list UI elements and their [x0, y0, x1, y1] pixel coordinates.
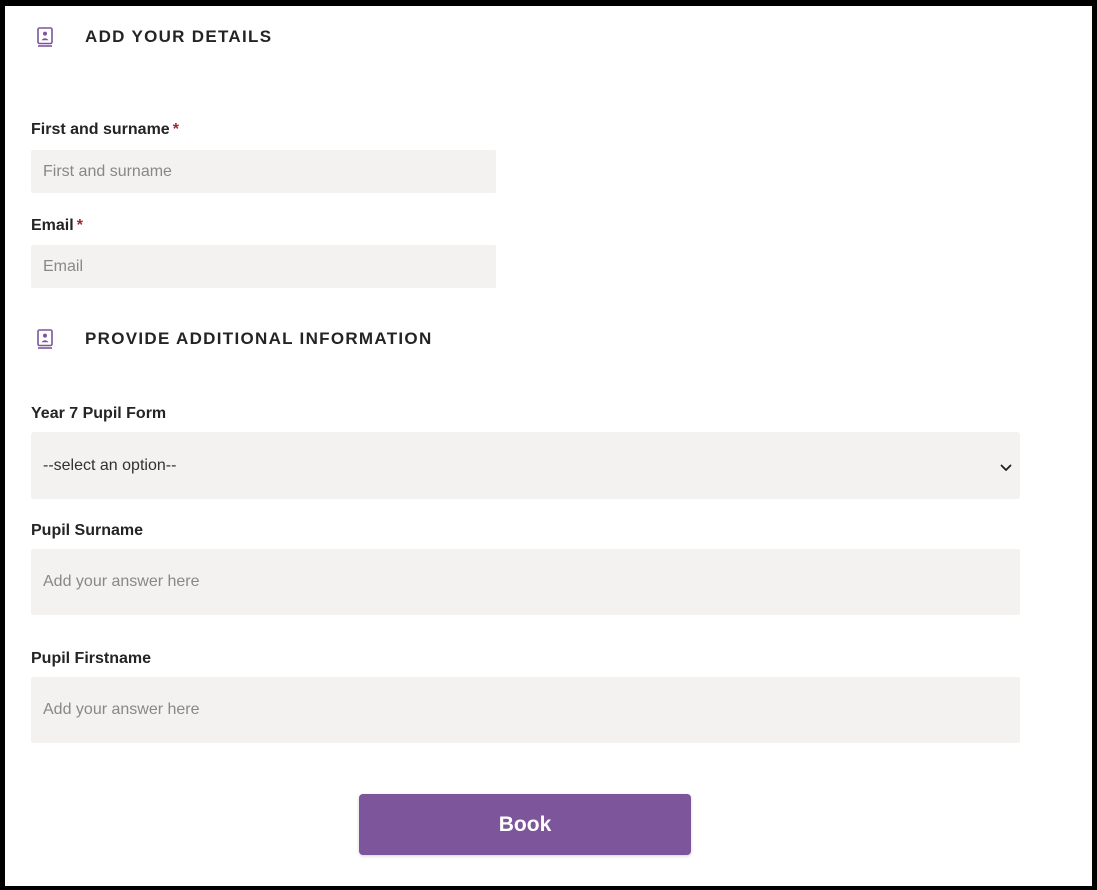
details-section-header: ADD YOUR DETAILS [37, 27, 272, 47]
pupil-form-select[interactable]: --select an option-- [31, 432, 1020, 499]
required-mark: * [76, 217, 83, 234]
contact-card-icon [37, 329, 53, 349]
additional-section-header: PROVIDE ADDITIONAL INFORMATION [37, 329, 433, 349]
details-section-title: ADD YOUR DETAILS [85, 27, 273, 46]
email-input[interactable] [31, 245, 496, 288]
additional-section-title: PROVIDE ADDITIONAL INFORMATION [85, 329, 433, 348]
contact-card-icon [37, 27, 53, 47]
pupil-form-selected-value: --select an option-- [43, 456, 177, 474]
email-label-text: Email [31, 217, 74, 234]
book-button[interactable]: Book [359, 794, 691, 855]
pupil-form-label: Year 7 Pupil Form [31, 405, 167, 422]
pupil-firstname-label: Pupil Firstname [31, 650, 152, 667]
name-input[interactable] [31, 150, 496, 193]
chevron-down-icon [1000, 460, 1012, 471]
name-label-text: First and surname [31, 121, 170, 138]
email-field-label: Email * [31, 217, 83, 235]
name-field-label: First and surname * [31, 121, 179, 139]
required-mark: * [172, 121, 179, 138]
pupil-surname-input[interactable] [31, 549, 1020, 615]
pupil-firstname-input[interactable] [31, 677, 1020, 743]
pupil-surname-label: Pupil Surname [31, 522, 144, 539]
